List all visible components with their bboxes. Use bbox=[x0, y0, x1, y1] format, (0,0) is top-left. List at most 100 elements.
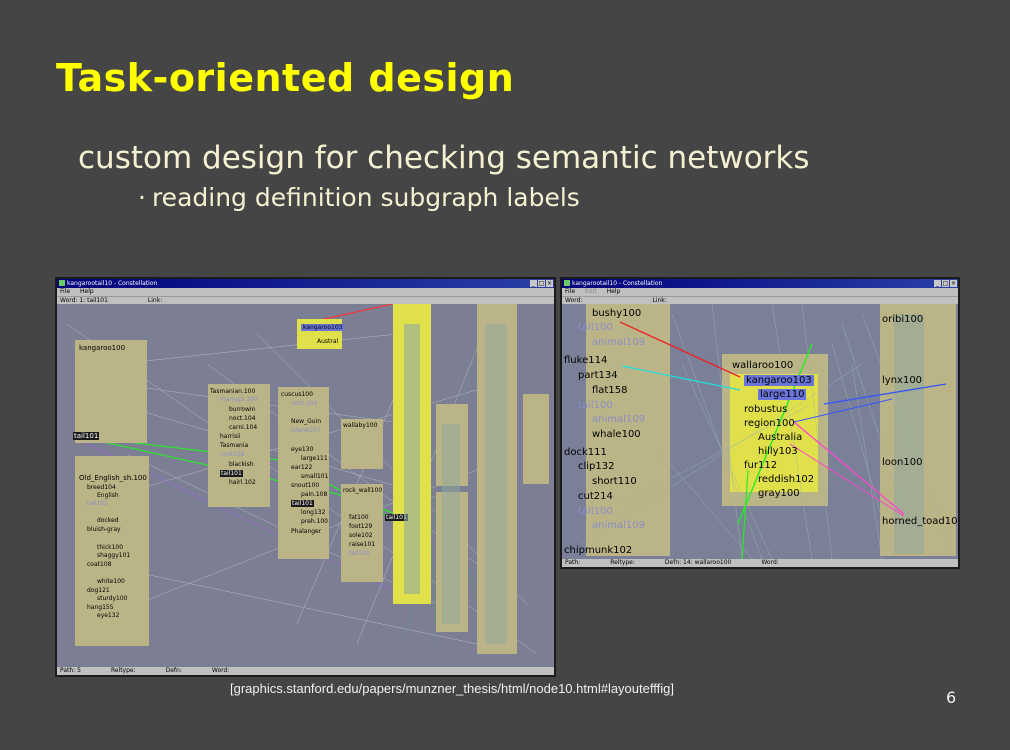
graph-label[interactable]: clip132 bbox=[578, 461, 615, 472]
graph-label[interactable]: wallaroo100 bbox=[732, 360, 793, 371]
graph-label-ghost[interactable]: tail101 bbox=[349, 550, 370, 557]
graph-label[interactable]: hang155 bbox=[87, 604, 114, 611]
graph-label-ghost[interactable]: tail101 bbox=[87, 500, 108, 507]
graph-label[interactable]: cuscus100 bbox=[281, 391, 313, 398]
right-graph-canvas[interactable]: bushy100 tail100 animal109 fluke114 part… bbox=[562, 304, 958, 559]
graph-label[interactable]: fur112 bbox=[744, 460, 777, 471]
graph-label[interactable]: Australia bbox=[758, 432, 802, 443]
graph-label-highlight[interactable]: tail101 bbox=[220, 470, 243, 477]
graph-label[interactable]: thick100 bbox=[97, 544, 123, 551]
graph-label[interactable]: long132 bbox=[301, 509, 325, 516]
graph-label[interactable]: white100 bbox=[97, 578, 125, 585]
graph-label[interactable]: shaggy101 bbox=[97, 552, 130, 559]
graph-label[interactable]: Tasmania bbox=[220, 442, 248, 449]
graph-label-selected[interactable]: kangaroo103 bbox=[301, 324, 345, 331]
graph-label[interactable]: snout100 bbox=[291, 482, 319, 489]
graph-label[interactable]: coat108 bbox=[87, 561, 111, 568]
graph-label-ghost[interactable]: tail100 bbox=[578, 400, 613, 411]
graph-label[interactable]: flat158 bbox=[592, 385, 627, 396]
graph-label[interactable]: Old_English_sh.100 bbox=[79, 474, 147, 482]
graph-label[interactable]: foot129 bbox=[349, 523, 372, 530]
link-field[interactable]: Link: bbox=[652, 297, 666, 304]
graph-label[interactable]: Phalanger bbox=[291, 528, 321, 535]
graph-label[interactable]: oribi100 bbox=[882, 314, 923, 325]
graph-label[interactable]: dock111 bbox=[564, 447, 607, 458]
graph-label[interactable]: noct.104 bbox=[229, 415, 255, 422]
graph-label[interactable]: whale100 bbox=[592, 429, 641, 440]
graph-label[interactable]: docked bbox=[97, 517, 119, 524]
maximize-icon[interactable]: □ bbox=[538, 280, 545, 287]
graph-label-ghost[interactable]: noct.104 bbox=[291, 400, 317, 407]
graph-label[interactable]: hilly103 bbox=[758, 446, 798, 457]
graph-label[interactable]: Austral bbox=[317, 338, 338, 345]
word-field[interactable]: Word: bbox=[565, 297, 582, 304]
graph-label[interactable]: burrowin bbox=[229, 406, 255, 413]
graph-label[interactable]: rock_wall100 bbox=[343, 487, 382, 494]
minimize-icon[interactable]: _ bbox=[530, 280, 537, 287]
graph-label-selected[interactable]: large110 bbox=[758, 389, 807, 400]
graph-label[interactable]: cut214 bbox=[578, 491, 613, 502]
graph-label[interactable]: reddish102 bbox=[758, 474, 814, 485]
menu-help[interactable]: Help bbox=[607, 288, 621, 296]
graph-label[interactable]: eye130 bbox=[291, 446, 313, 453]
graph-label[interactable]: robustus bbox=[744, 404, 787, 415]
graph-label[interactable]: preh.100 bbox=[301, 518, 328, 525]
graph-label[interactable]: blackish bbox=[229, 461, 254, 468]
graph-label-ghost[interactable]: animal109 bbox=[592, 520, 645, 531]
graph-label[interactable]: English bbox=[97, 492, 119, 499]
graph-label[interactable]: small101 bbox=[301, 473, 328, 480]
graph-label-ghost[interactable]: animal109 bbox=[592, 337, 645, 348]
graph-label[interactable]: loon100 bbox=[882, 457, 922, 468]
close-icon[interactable]: × bbox=[546, 280, 553, 287]
menu-file[interactable]: File bbox=[60, 288, 70, 296]
maximize-icon[interactable]: □ bbox=[942, 280, 949, 287]
graph-label[interactable]: chipmunk102 bbox=[564, 545, 632, 556]
menu-file[interactable]: File bbox=[565, 288, 575, 296]
graph-label[interactable]: horned_toad100 bbox=[882, 516, 958, 527]
graph-label[interactable]: eye132 bbox=[97, 612, 119, 619]
link-field[interactable]: Link: bbox=[148, 297, 162, 304]
graph-label[interactable]: fat100 bbox=[349, 514, 369, 521]
graph-label[interactable]: sturdy100 bbox=[97, 595, 127, 602]
graph-label[interactable]: bushy100 bbox=[592, 308, 641, 319]
slide-caption[interactable]: [graphics.stanford.edu/papers/munzner_th… bbox=[230, 681, 674, 696]
graph-label[interactable]: part134 bbox=[578, 370, 618, 381]
graph-label[interactable]: hairl.102 bbox=[229, 479, 256, 486]
graph-label[interactable]: large111 bbox=[301, 455, 328, 462]
graph-label[interactable]: kangaroo100 bbox=[79, 344, 125, 352]
graph-label-highlight[interactable]: tail101 bbox=[291, 500, 314, 507]
graph-label[interactable]: Tasmanian.100 bbox=[210, 388, 255, 395]
graph-label[interactable]: New_Guin bbox=[291, 418, 321, 425]
graph-label-ghost[interactable]: coat108 bbox=[220, 451, 244, 458]
menu-edit[interactable]: Edit bbox=[585, 288, 597, 296]
graph-label[interactable]: carni.104 bbox=[229, 424, 257, 431]
left-graph-canvas[interactable]: kangaroo100 tail101 Old_English_sh.100 b… bbox=[57, 304, 554, 667]
graph-label[interactable]: sole102 bbox=[349, 532, 373, 539]
graph-label[interactable]: wallaby100 bbox=[343, 422, 377, 429]
graph-label[interactable]: dog121 bbox=[87, 587, 110, 594]
graph-label[interactable]: bluish-gray bbox=[87, 526, 121, 533]
graph-label[interactable]: breed104 bbox=[87, 484, 116, 491]
graph-label-ghost[interactable]: tail100 bbox=[578, 506, 613, 517]
graph-label-ghost[interactable]: animal109 bbox=[592, 414, 645, 425]
close-icon[interactable]: × bbox=[950, 280, 957, 287]
word-field[interactable]: Word: 1: tail101 bbox=[60, 297, 108, 304]
graph-label[interactable]: short110 bbox=[592, 476, 637, 487]
graph-label[interactable]: ear122 bbox=[291, 464, 312, 471]
graph-label-ghost[interactable]: island107 bbox=[291, 427, 320, 434]
graph-label-ghost[interactable]: marsupi.100 bbox=[220, 396, 258, 403]
left-statusbar: Path: 5 Reltype: Defn: Word: bbox=[57, 667, 554, 675]
graph-label-selected[interactable]: kangaroo103 bbox=[744, 375, 814, 386]
graph-label[interactable]: harrisii bbox=[220, 433, 240, 440]
minimize-icon[interactable]: _ bbox=[934, 280, 941, 287]
graph-label[interactable]: region100 bbox=[744, 418, 795, 429]
graph-label[interactable]: fluke114 bbox=[564, 355, 607, 366]
graph-label[interactable]: pain.108 bbox=[301, 491, 327, 498]
graph-label[interactable]: lynx100 bbox=[882, 375, 922, 386]
menu-help[interactable]: Help bbox=[80, 288, 94, 296]
graph-label-ghost[interactable]: tail100 bbox=[578, 322, 613, 333]
graph-label-highlight[interactable]: tail101 bbox=[73, 432, 100, 440]
graph-label[interactable]: gray100 bbox=[758, 488, 800, 499]
graph-label[interactable]: raise101 bbox=[349, 541, 375, 548]
right-window-title: kangarootail10 - Constellation bbox=[572, 280, 663, 287]
